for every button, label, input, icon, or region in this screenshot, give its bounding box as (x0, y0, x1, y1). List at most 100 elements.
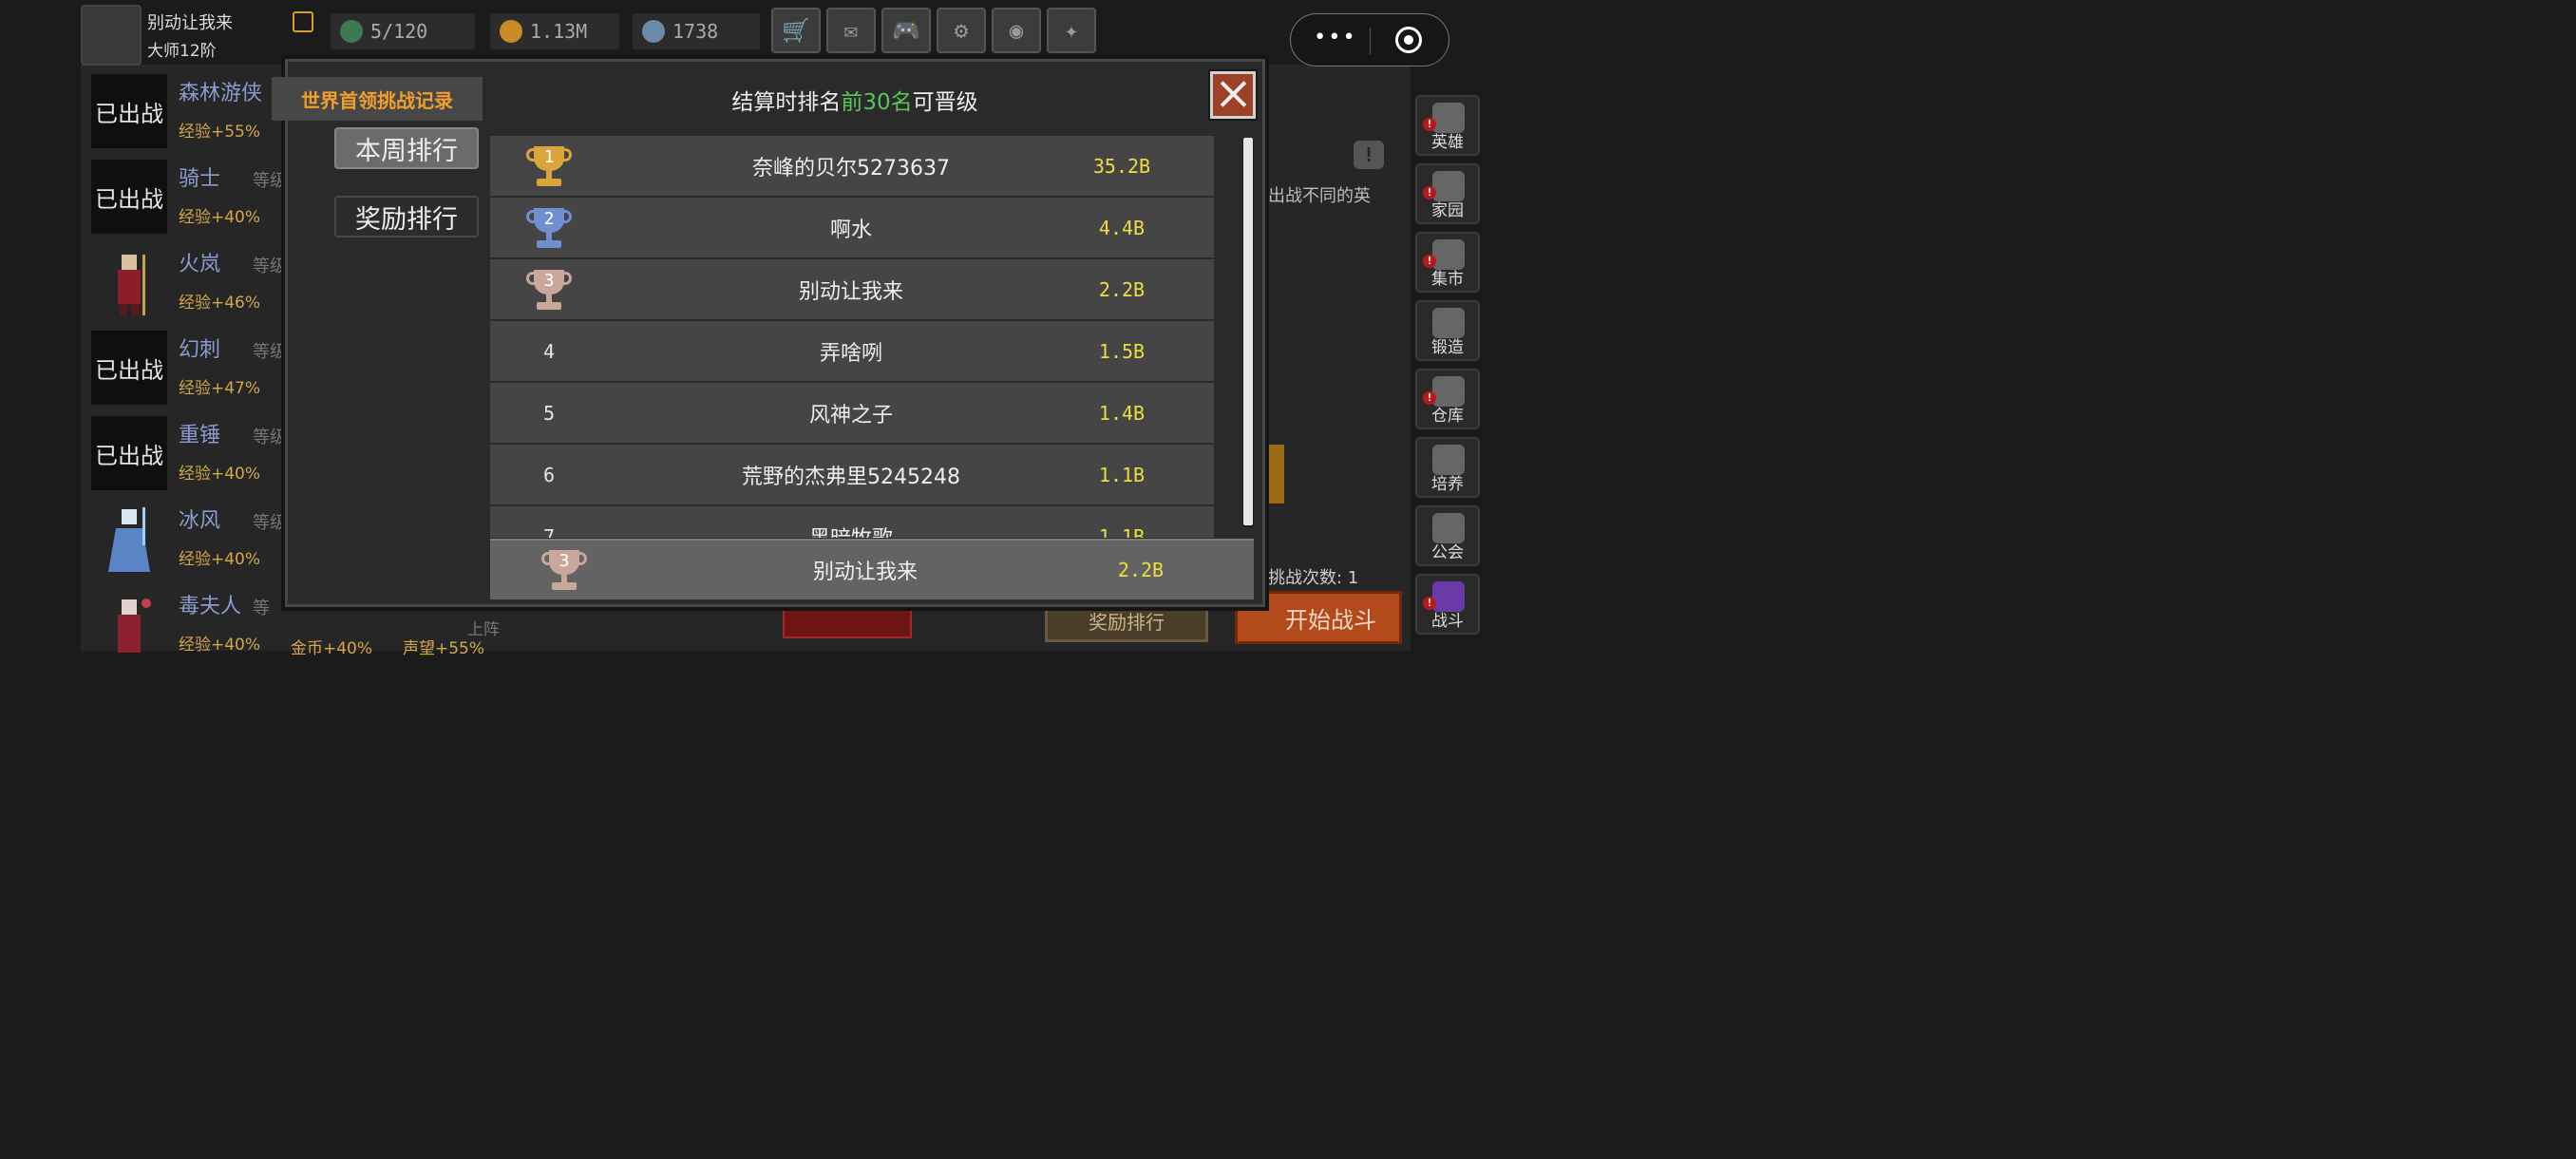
deploy-label[interactable]: 上阵 (467, 616, 500, 639)
gem-value: 1738 (672, 20, 719, 43)
rank-row: 5 风神之子 1.4B (490, 383, 1214, 443)
nav-warehouse[interactable]: ! 仓库 (1415, 369, 1480, 429)
hero-portrait: 已出战 (91, 160, 167, 234)
bronze-trophy-icon: 3 (524, 268, 574, 312)
gold-value: 1.13M (530, 20, 588, 43)
hero-exp: 经验+47% (179, 379, 261, 398)
hero-portrait: 已出战 (91, 416, 167, 490)
hero-name: 火岚 (179, 253, 221, 276)
player-name-cell: 荒野的杰弗里5245248 (742, 465, 960, 489)
score-cell: 1.4B (1098, 401, 1146, 425)
nav-home[interactable]: ! 家园 (1415, 163, 1480, 224)
rank-cell: 3 (534, 541, 595, 599)
rank-row: 4 弄啥咧 1.5B (490, 321, 1214, 381)
rank-list[interactable]: 1 奈峰的贝尔5273637 35.2B 2 啊水 4.4B 3 别动让我来 2… (490, 136, 1216, 538)
player-name-cell: 啊水 (829, 218, 872, 242)
player-name-cell: 黑暗牧歌 (709, 506, 994, 539)
hero-row[interactable]: 已出战 重锤 等级 经验+40% (91, 410, 287, 490)
stamina-icon (340, 20, 363, 43)
hero-exp: 经验+40% (179, 208, 261, 227)
rank-row: 7 黑暗牧歌 1.1B (490, 506, 1214, 538)
hero-portrait: 已出战 (91, 74, 167, 148)
rank-row: 6 荒野的杰弗里5245248 1.1B (490, 445, 1214, 504)
cart-icon[interactable]: 🛒 (771, 8, 821, 53)
rank-cell: 6 (542, 463, 556, 486)
hero-portrait: 已出战 (91, 331, 167, 405)
nav-market[interactable]: ! 集市 (1415, 232, 1480, 293)
score-cell: 1.5B (1098, 339, 1146, 363)
player-rank: 大师12阶 (147, 42, 217, 61)
hero-name: 幻刺 (179, 338, 221, 362)
tab-weekly-rank[interactable]: 本周排行 (334, 127, 479, 169)
gold-icon (500, 20, 522, 43)
nav-forge[interactable]: 锻造 (1415, 300, 1480, 361)
nav-battle[interactable]: ! 战斗 (1415, 574, 1480, 635)
my-rank-row: 3 别动让我来 2.2B (490, 539, 1254, 599)
gold-trophy-icon: 1 (524, 144, 574, 188)
hero-row[interactable]: 已出战 森林游侠 经验+55% (91, 68, 281, 148)
gold-display: 1.13M (490, 13, 619, 49)
close-button[interactable] (1210, 71, 1256, 119)
rank-cell: 2 (519, 198, 579, 257)
hero-name: 森林游侠 (179, 82, 263, 105)
close-target-icon[interactable] (1395, 27, 1422, 53)
silver-trophy-icon: 2 (524, 206, 574, 250)
hero-exp: 经验+40% (179, 465, 261, 484)
hero-level: 等 (253, 598, 270, 618)
mail-icon[interactable]: ✉ (826, 8, 876, 53)
hero-portrait (91, 245, 167, 319)
player-name-cell: 别动让我来 (798, 279, 903, 304)
color-wheel-icon[interactable]: ◉ (992, 8, 1041, 53)
more-icon[interactable]: ••• (1314, 26, 1357, 49)
hero-portrait (91, 502, 167, 576)
modal-title: 世界首领挑战记录 (272, 77, 483, 121)
mini-program-capsule: ••• (1290, 13, 1449, 66)
hero-name: 骑士 (179, 167, 221, 191)
rank-row: 3 别动让我来 2.2B (490, 259, 1214, 319)
rank-cell: 4 (542, 339, 556, 363)
gamepad-icon[interactable]: 🎮 (881, 8, 931, 53)
hero-portrait (91, 587, 167, 661)
hero-exp: 经验+55% (179, 123, 261, 142)
stamina-value: 5/120 (370, 20, 428, 43)
gear-icon[interactable]: ⚙ (937, 8, 986, 53)
rank-cell: 7 (542, 524, 556, 539)
rank-cell: 1 (519, 136, 579, 196)
info-icon[interactable]: ! (1354, 141, 1384, 169)
hero-exp: 经验+46% (179, 294, 261, 313)
score-cell: 1.1B (1098, 463, 1146, 486)
hero-row[interactable]: 火岚 等级 经验+46% (91, 239, 287, 319)
hero-row[interactable]: 冰风 等级 经验+40% (91, 496, 287, 576)
confetti-icon[interactable]: ✦ (1047, 8, 1096, 53)
hero-row[interactable]: 毒夫人 等 经验+40% (91, 581, 281, 661)
poison-lady-sprite-icon (118, 598, 151, 653)
hero-row[interactable]: 已出战 骑士 等级 经验+40% (91, 154, 287, 234)
score-cell: 2.2B (1098, 277, 1146, 301)
challenge-count: 挑战次数: 1 (1268, 568, 1359, 588)
player-name: 别动让我来 (147, 13, 233, 33)
gold-bonus: 金币+40% (291, 639, 373, 658)
hint-text: 出战不同的英 (1268, 186, 1371, 206)
hero-name: 毒夫人 (179, 595, 242, 618)
gem-icon (642, 20, 665, 43)
rank-row: 1 奈峰的贝尔5273637 35.2B (490, 136, 1214, 196)
nav-hero[interactable]: ! 英雄 (1415, 95, 1480, 156)
rank-cell: 3 (519, 259, 579, 319)
ice-mage-sprite-icon (108, 507, 150, 572)
edit-icon[interactable] (293, 11, 313, 32)
nav-train[interactable]: 培养 (1415, 437, 1480, 498)
hero-row[interactable]: 已出战 幻刺 等级 经验+47% (91, 325, 287, 405)
player-name-cell: 奈峰的贝尔5273637 (752, 156, 950, 180)
promotion-hint: 结算时排名前30名可晋级 (731, 90, 978, 115)
player-avatar[interactable] (81, 5, 142, 66)
bronze-trophy-icon: 3 (540, 548, 589, 592)
score-cell: 35.2B (1092, 154, 1151, 178)
tab-reward-rank[interactable]: 奖励排行 (334, 196, 479, 238)
rank-cell: 5 (542, 401, 556, 425)
mage-sprite-icon (118, 255, 145, 315)
nav-guild[interactable]: 公会 (1415, 505, 1480, 566)
gem-display: 1738 (633, 13, 760, 49)
scrollbar-thumb[interactable] (1243, 138, 1253, 525)
capsule-divider (1370, 28, 1371, 54)
score-cell: 4.4B (1098, 216, 1146, 239)
